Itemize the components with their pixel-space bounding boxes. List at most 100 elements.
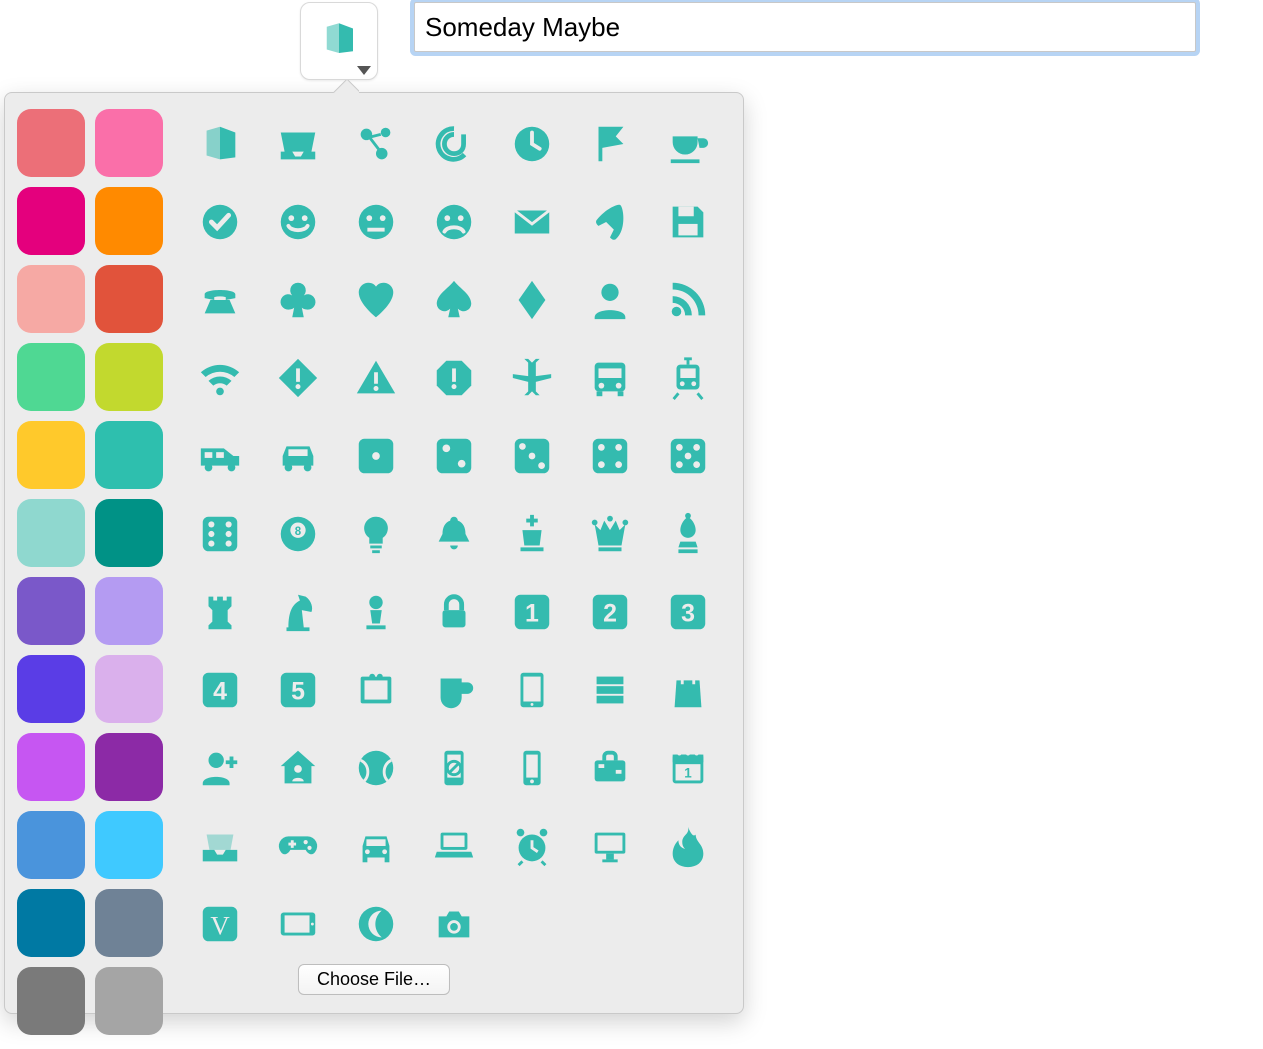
heart-suit-icon[interactable] <box>339 263 413 337</box>
neutral-face-icon[interactable] <box>339 185 413 259</box>
icon-picker-trigger[interactable] <box>300 2 378 80</box>
tram-icon[interactable] <box>651 341 725 415</box>
game-controller-icon[interactable] <box>261 809 335 883</box>
warning-diamond-icon[interactable] <box>261 341 335 415</box>
color-swatch[interactable] <box>17 109 85 177</box>
lightbulb-icon[interactable] <box>339 497 413 571</box>
color-swatch[interactable] <box>17 187 85 255</box>
box-3d-icon[interactable] <box>183 107 257 181</box>
warning-octagon-icon[interactable] <box>417 341 491 415</box>
user-icon[interactable] <box>573 263 647 337</box>
color-swatch[interactable] <box>17 577 85 645</box>
tablet-portrait-icon[interactable] <box>495 653 569 727</box>
bus-icon[interactable] <box>573 341 647 415</box>
number-1-icon[interactable] <box>495 575 569 649</box>
color-swatch[interactable] <box>95 889 163 957</box>
padlock-icon[interactable] <box>417 575 491 649</box>
alarm-clock-icon[interactable] <box>495 809 569 883</box>
smartphone-icon[interactable] <box>495 731 569 805</box>
color-swatch[interactable] <box>17 811 85 879</box>
mail-icon[interactable] <box>495 185 569 259</box>
flag-icon[interactable] <box>573 107 647 181</box>
airplane-icon[interactable] <box>495 341 569 415</box>
shopping-bag-icon[interactable] <box>651 653 725 727</box>
die-1-icon[interactable] <box>339 419 413 493</box>
die-2-icon[interactable] <box>417 419 491 493</box>
color-swatch[interactable] <box>95 733 163 801</box>
coffee-cup-icon[interactable] <box>651 107 725 181</box>
chess-knight-icon[interactable] <box>261 575 335 649</box>
car-front-icon[interactable] <box>339 809 413 883</box>
floppy-disk-icon[interactable] <box>651 185 725 259</box>
color-swatch[interactable] <box>95 499 163 567</box>
chess-queen-icon[interactable] <box>573 497 647 571</box>
color-swatch[interactable] <box>95 655 163 723</box>
die-6-icon[interactable] <box>183 497 257 571</box>
color-swatch[interactable] <box>95 265 163 333</box>
color-swatch[interactable] <box>17 421 85 489</box>
bell-icon[interactable] <box>417 497 491 571</box>
color-swatch[interactable] <box>95 577 163 645</box>
smile-icon[interactable] <box>261 185 335 259</box>
color-swatch[interactable] <box>17 967 85 1035</box>
wifi-icon[interactable] <box>183 341 257 415</box>
number-3-icon[interactable] <box>651 575 725 649</box>
pinboard-icon[interactable] <box>339 653 413 727</box>
chess-rook-icon[interactable] <box>183 575 257 649</box>
inbox-tray-icon[interactable] <box>183 809 257 883</box>
van-icon[interactable] <box>183 419 257 493</box>
number-4-icon[interactable] <box>183 653 257 727</box>
name-input[interactable] <box>414 2 1196 52</box>
die-4-icon[interactable] <box>573 419 647 493</box>
color-swatch[interactable] <box>17 889 85 957</box>
briefcase-icon[interactable] <box>573 731 647 805</box>
home-person-icon[interactable] <box>261 731 335 805</box>
calendar-icon[interactable] <box>651 731 725 805</box>
warning-triangle-icon[interactable] <box>339 341 413 415</box>
desktop-monitor-icon[interactable] <box>573 809 647 883</box>
moon-icon[interactable] <box>339 887 413 961</box>
color-swatch[interactable] <box>17 655 85 723</box>
color-swatch[interactable] <box>17 265 85 333</box>
add-user-icon[interactable] <box>183 731 257 805</box>
telephone-icon[interactable] <box>183 263 257 337</box>
die-5-icon[interactable] <box>651 419 725 493</box>
color-swatch[interactable] <box>95 967 163 1035</box>
chess-pawn-icon[interactable] <box>339 575 413 649</box>
tablet-landscape-icon[interactable] <box>261 887 335 961</box>
clock-icon[interactable] <box>495 107 569 181</box>
number-2-icon[interactable] <box>573 575 647 649</box>
camera-icon[interactable] <box>417 887 491 961</box>
phone-handset-icon[interactable] <box>573 185 647 259</box>
color-swatch[interactable] <box>95 109 163 177</box>
tennis-ball-icon[interactable] <box>339 731 413 805</box>
color-swatch[interactable] <box>95 421 163 489</box>
share-nodes-icon[interactable] <box>339 107 413 181</box>
number-5-icon[interactable] <box>261 653 335 727</box>
color-swatch[interactable] <box>95 187 163 255</box>
fire-icon[interactable] <box>651 809 725 883</box>
spade-suit-icon[interactable] <box>417 263 491 337</box>
mug-icon[interactable] <box>417 653 491 727</box>
rss-icon[interactable] <box>651 263 725 337</box>
color-swatch[interactable] <box>17 343 85 411</box>
no-phone-icon[interactable] <box>417 731 491 805</box>
inbox-icon[interactable] <box>261 107 335 181</box>
car-icon[interactable] <box>261 419 335 493</box>
at-sign-icon[interactable] <box>417 107 491 181</box>
color-swatch[interactable] <box>95 343 163 411</box>
club-suit-icon[interactable] <box>261 263 335 337</box>
letter-v-icon[interactable] <box>183 887 257 961</box>
stacked-trays-icon[interactable] <box>573 653 647 727</box>
diamond-suit-icon[interactable] <box>495 263 569 337</box>
chess-king-icon[interactable] <box>495 497 569 571</box>
sad-face-icon[interactable] <box>417 185 491 259</box>
check-circle-icon[interactable] <box>183 185 257 259</box>
eight-ball-icon[interactable] <box>261 497 335 571</box>
die-3-icon[interactable] <box>495 419 569 493</box>
choose-file-button[interactable]: Choose File… <box>298 964 450 995</box>
chess-bishop-icon[interactable] <box>651 497 725 571</box>
color-swatch[interactable] <box>17 733 85 801</box>
color-swatch[interactable] <box>95 811 163 879</box>
laptop-icon[interactable] <box>417 809 491 883</box>
